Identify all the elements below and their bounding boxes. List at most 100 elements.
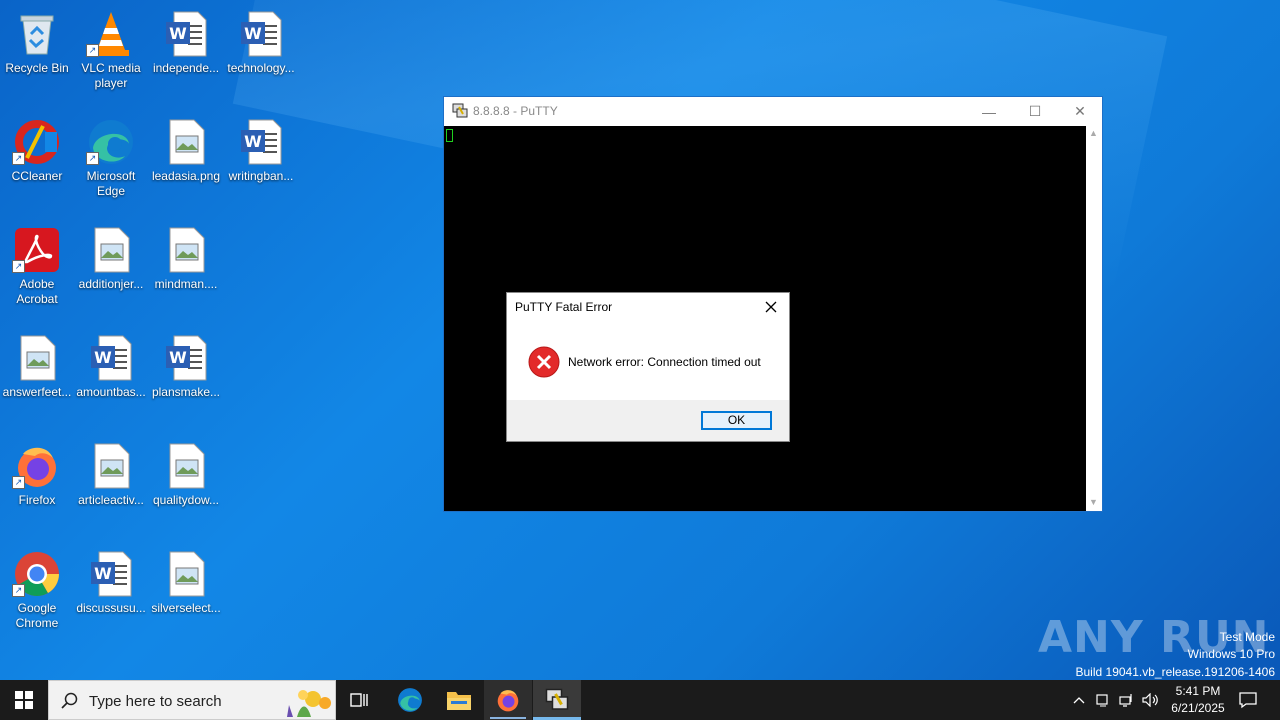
desktop-icon-label: technology... — [227, 61, 295, 75]
dialog-title: PuTTY Fatal Error — [515, 300, 613, 314]
desktop-icon-label: Firefox — [18, 493, 56, 507]
error-message: Network error: Connection timed out — [568, 355, 761, 369]
word-document-icon: W — [166, 335, 207, 381]
desktop-icon-independe[interactable]: W independe... — [149, 4, 223, 104]
taskbar-putty[interactable] — [533, 680, 581, 720]
svg-text:W: W — [94, 348, 112, 367]
image-file-icon — [94, 227, 130, 273]
desktop-icon-leadasia[interactable]: leadasia.png — [149, 112, 223, 212]
desktop-icon-additionjer[interactable]: additionjer... — [74, 220, 148, 320]
desktop: Recycle Bin ↗ CCleaner ↗ Adobe Acrobat a… — [0, 0, 1280, 680]
tray-volume[interactable] — [1140, 680, 1162, 720]
maximize-button[interactable]: ☐ — [1012, 97, 1058, 126]
desktop-icon-writingban[interactable]: W writingban... — [224, 112, 298, 212]
svg-text:W: W — [244, 24, 262, 43]
desktop-icon-google-chrome[interactable]: ↗ Google Chrome — [0, 544, 74, 644]
taskbar: Type here to search 5:41 PM 6/21/2025 — [0, 680, 1280, 720]
taskbar-file-explorer[interactable] — [435, 680, 483, 720]
desktop-icon-mindman[interactable]: mindman.... — [149, 220, 223, 320]
desktop-icon-label: discussusu... — [76, 601, 146, 615]
taskbar-edge[interactable] — [386, 680, 434, 720]
ok-button[interactable]: OK — [701, 411, 772, 430]
desktop-icon-label: additionjer... — [78, 277, 144, 291]
desktop-icon-label: writingban... — [228, 169, 294, 183]
desktop-icon-technology[interactable]: W technology... — [224, 4, 298, 104]
watermark-build: Build 19041.vb_release.191206-1406 — [1075, 665, 1276, 679]
desktop-icon-firefox[interactable]: ↗ Firefox — [0, 436, 74, 536]
shortcut-arrow-icon: ↗ — [12, 260, 25, 273]
folder-icon — [447, 692, 471, 710]
svg-text:W: W — [169, 348, 187, 367]
dialog-close-button[interactable] — [759, 296, 783, 318]
desktop-icon-vlc[interactable]: ↗ VLC media player — [74, 4, 148, 104]
tray-meet-now[interactable] — [1092, 680, 1114, 720]
svg-text:W: W — [169, 24, 187, 43]
image-file-icon — [169, 227, 205, 273]
word-document-icon: W — [166, 11, 207, 57]
desktop-icon-label: Recycle Bin — [5, 61, 69, 75]
minimize-button[interactable]: — — [966, 97, 1012, 126]
scroll-down-icon[interactable]: ▼ — [1089, 497, 1098, 507]
desktop-icon-articleactiv[interactable]: articleactiv... — [74, 436, 148, 536]
desktop-icon-ccleaner[interactable]: ↗ CCleaner — [0, 112, 74, 212]
show-hidden-icons-button[interactable] — [1068, 680, 1090, 720]
search-icon — [61, 692, 78, 709]
desktop-icon-label: CCleaner — [11, 169, 63, 183]
start-button[interactable] — [0, 680, 48, 720]
desktop-icon-label: mindman.... — [154, 277, 218, 291]
desktop-icon-discussusu[interactable]: W discussusu... — [74, 544, 148, 644]
tray-network[interactable] — [1116, 680, 1138, 720]
action-center-button[interactable] — [1232, 680, 1264, 720]
image-file-icon — [20, 335, 56, 381]
desktop-icon-label: silverselect... — [151, 601, 221, 615]
desktop-icon-microsoft-edge[interactable]: ↗ Microsoft Edge — [74, 112, 148, 212]
search-highlight-flowers-icon — [287, 690, 331, 717]
desktop-icon-label: independe... — [152, 61, 220, 75]
terminal-cursor — [446, 129, 453, 142]
desktop-icon-label: Adobe Acrobat — [16, 277, 58, 306]
close-icon — [765, 301, 777, 313]
clock-time: 5:41 PM — [1175, 684, 1221, 698]
fatal-error-dialog[interactable]: PuTTY Fatal Error Network error: Connect… — [506, 292, 790, 442]
desktop-icon-amountbas[interactable]: W amountbas... — [74, 328, 148, 428]
desktop-icon-label: leadasia.png — [151, 169, 221, 183]
taskbar-clock[interactable]: 5:41 PM 6/21/2025 — [1164, 683, 1232, 717]
edge-icon — [398, 688, 422, 712]
word-document-icon: W — [241, 119, 282, 165]
desktop-icon-silverselect[interactable]: silverselect... — [149, 544, 223, 644]
desktop-icon-label: amountbas... — [76, 385, 146, 399]
desktop-icon-label: answerfeet... — [2, 385, 72, 399]
word-document-icon: W — [91, 335, 132, 381]
watermark-windows-edition: Windows 10 Pro — [1187, 647, 1275, 661]
taskbar-firefox[interactable] — [484, 680, 532, 720]
windows-logo-icon — [15, 691, 33, 709]
vertical-scrollbar[interactable]: ▲ ▼ — [1086, 126, 1102, 511]
desktop-icon-answerfeet[interactable]: answerfeet... — [0, 328, 74, 428]
desktop-icon-plansmake[interactable]: W plansmake... — [149, 328, 223, 428]
word-document-icon: W — [91, 551, 132, 597]
desktop-icon-label: Google Chrome — [15, 601, 59, 630]
shortcut-arrow-icon: ↗ — [86, 44, 99, 57]
desktop-icon-qualitydow[interactable]: qualitydow... — [149, 436, 223, 536]
tray-device-icon — [1096, 694, 1108, 707]
network-icon — [1119, 694, 1132, 707]
svg-text:W: W — [94, 564, 112, 583]
desktop-icon-adobe-acrobat[interactable]: ↗ Adobe Acrobat — [0, 220, 74, 320]
close-button[interactable]: ✕ — [1057, 97, 1103, 126]
word-document-icon: W — [241, 11, 282, 57]
putty-app-icon — [452, 103, 468, 118]
chevron-up-icon — [1073, 697, 1085, 704]
watermark-test-mode: Test Mode — [1219, 630, 1275, 644]
task-view-button[interactable] — [336, 680, 384, 720]
image-file-icon — [94, 443, 130, 489]
scroll-up-icon[interactable]: ▲ — [1089, 128, 1098, 138]
task-view-icon — [350, 693, 368, 707]
desktop-icon-recycle-bin[interactable]: Recycle Bin — [0, 4, 74, 104]
shortcut-arrow-icon: ↗ — [86, 152, 99, 165]
taskbar-search-box[interactable]: Type here to search — [48, 680, 336, 720]
svg-text:W: W — [244, 132, 262, 151]
shortcut-arrow-icon: ↗ — [12, 152, 25, 165]
putty-titlebar[interactable]: 8.8.8.8 - PuTTY — ☐ ✕ — [444, 97, 1102, 126]
recycle-bin-icon — [20, 15, 54, 55]
notification-icon — [1239, 692, 1257, 709]
